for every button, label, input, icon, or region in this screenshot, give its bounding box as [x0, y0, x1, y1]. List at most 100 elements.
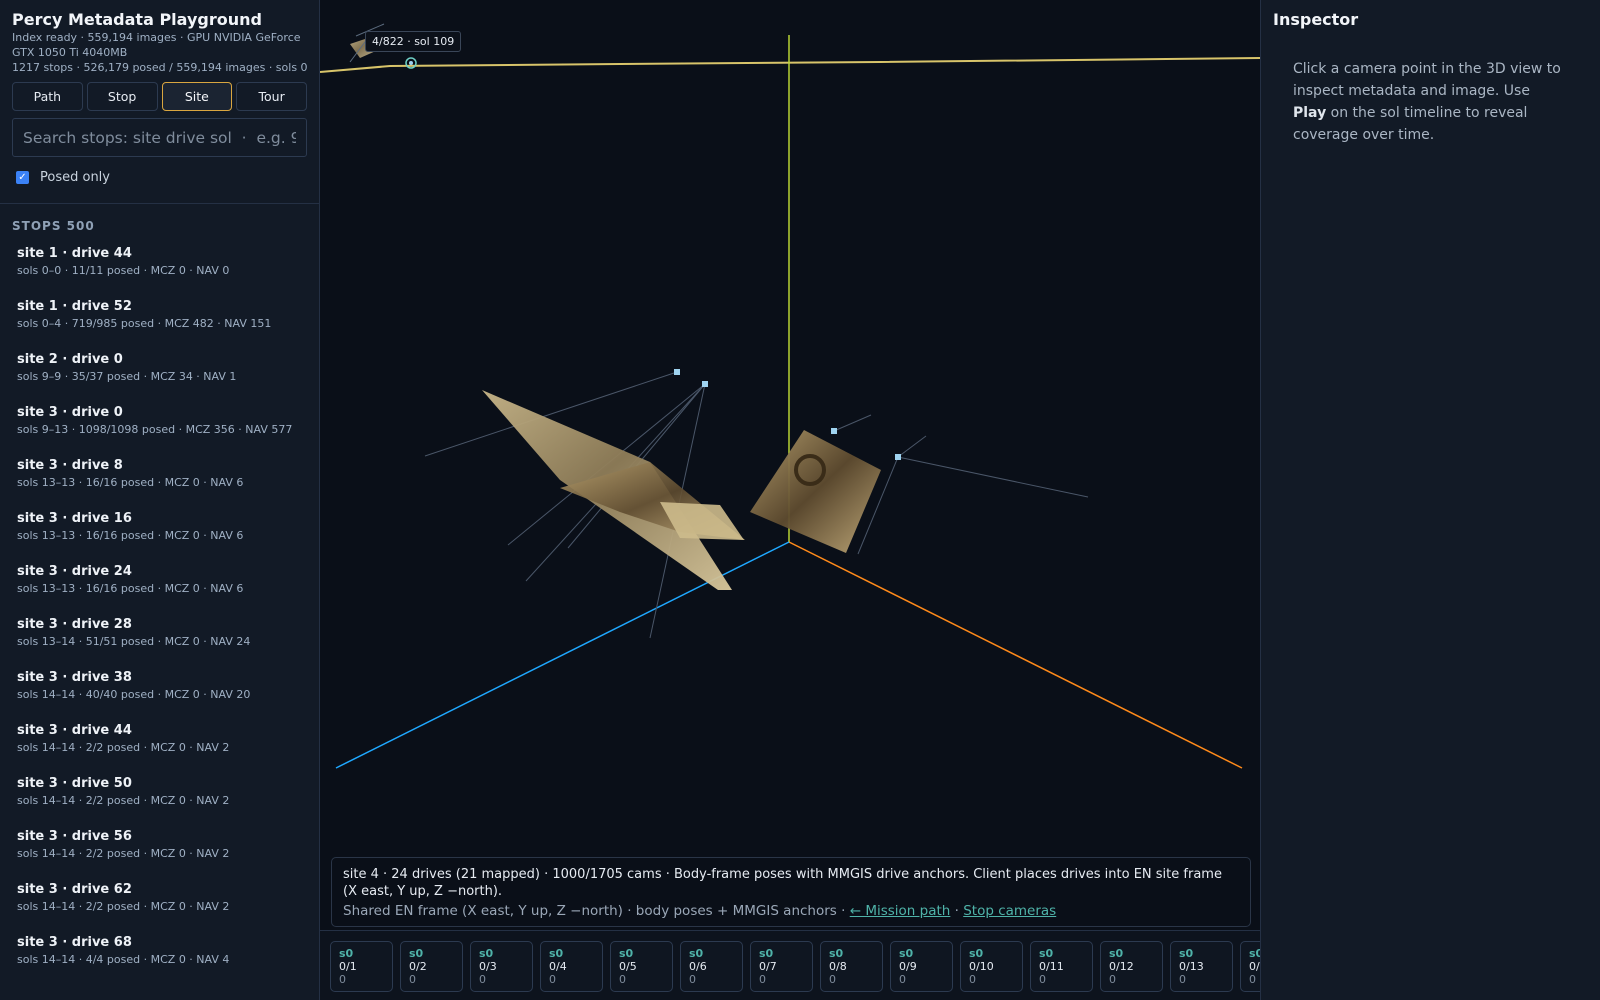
sol-count: 0: [689, 973, 696, 986]
sol-name: s0: [619, 947, 634, 960]
stop-item[interactable]: site 2 · drive 0 sols 9–9 · 35/37 posed ·…: [17, 348, 319, 401]
posed-only-checkbox[interactable]: ✓: [16, 170, 29, 184]
hint-text-end: on the sol timeline to reveal coverage o…: [1293, 105, 1528, 143]
axis-x-line: [788, 541, 1243, 769]
sol-count: 0: [549, 973, 556, 986]
stop-item[interactable]: site 3 · drive 16 sols 13–13 · 16/16 pose…: [17, 507, 319, 560]
sol-name: s0: [549, 947, 564, 960]
inspector-panel: Inspector Click a camera point in the 3D…: [1260, 0, 1600, 1000]
scene-viewport[interactable]: 4/822 · sol 109 site 4 · 24 drives (21 m…: [320, 0, 1260, 1000]
stop-item[interactable]: site 3 · drive 38 sols 14–14 · 40/40 pose…: [17, 666, 319, 719]
sol-count: 0: [339, 973, 346, 986]
stop-cameras-link[interactable]: Stop cameras: [963, 903, 1056, 919]
mission-path-line: [320, 57, 1260, 73]
camera-image-plane[interactable]: [750, 430, 881, 553]
scene-summary: site 4 · 24 drives (21 mapped) · 1000/17…: [343, 867, 1222, 899]
sol-card[interactable]: s00/140: [1240, 941, 1260, 992]
sol-card[interactable]: s0 0/7 0: [750, 941, 813, 992]
stop-title: site 3 · drive 50: [17, 776, 132, 791]
sol-count: 0: [409, 973, 416, 986]
sol-name: s0: [689, 947, 704, 960]
stop-item[interactable]: site 3 · drive 50 sols 14–14 · 2/2 posed …: [17, 772, 319, 825]
sol-count: 0: [1249, 973, 1256, 986]
sol-card[interactable]: s0 0/10 0: [960, 941, 1023, 992]
sol-ratio: 0/3: [479, 960, 497, 973]
sol-ratio: 0/4: [549, 960, 567, 973]
stop-item[interactable]: site 3 · drive 24 sols 13–13 · 16/16 pose…: [17, 560, 319, 613]
sol-name: s0: [759, 947, 774, 960]
stop-title: site 2 · drive 0: [17, 352, 123, 367]
stop-title: site 3 · drive 38: [17, 670, 132, 685]
mode-switcher: Path Stop Site Tour: [12, 82, 307, 111]
sol-timeline[interactable]: s0 0/1 0 s0 0/2 0 s0 0/3 0 s0 0/4 0 s0 0/5 0 s0 0/6…: [320, 930, 1260, 1000]
hint-text: Click a camera point in the 3D view to i…: [1293, 61, 1561, 99]
sol-name: s0: [409, 947, 424, 960]
inspector-hint: Click a camera point in the 3D view to i…: [1293, 58, 1563, 146]
stop-title: site 1 · drive 52: [17, 299, 132, 314]
stop-meta: sols 13–13 · 16/16 posed · MCZ 0 · NAV 6: [17, 582, 244, 595]
stop-meta: sols 9–9 · 35/37 posed · MCZ 34 · NAV 1: [17, 370, 237, 383]
sol-name: s0: [339, 947, 354, 960]
play-keyword: Play: [1293, 105, 1327, 121]
sol-count: 0: [479, 973, 486, 986]
stop-item[interactable]: site 3 · drive 56 sols 14–14 · 2/2 posed …: [17, 825, 319, 878]
sol-card[interactable]: s0 0/3 0: [470, 941, 533, 992]
inspector-title: Inspector: [1273, 10, 1359, 29]
sol-card[interactable]: s0 0/5 0: [610, 941, 673, 992]
stop-meta: sols 14–14 · 2/2 posed · MCZ 0 · NAV 2: [17, 741, 230, 754]
stop-search-input[interactable]: [23, 128, 296, 147]
sol-name: s0: [1039, 947, 1054, 960]
stop-item[interactable]: site 3 · drive 8 sols 13–13 · 16/16 posed…: [17, 454, 319, 507]
sol-card[interactable]: s0 0/4 0: [540, 941, 603, 992]
stop-item[interactable]: site 3 · drive 44 sols 14–14 · 2/2 posed …: [17, 719, 319, 772]
sol-ratio: 0/8: [829, 960, 847, 973]
sol-ratio: 0/14: [1249, 960, 1260, 973]
camera-point[interactable]: [831, 428, 837, 434]
camera-point[interactable]: [895, 454, 901, 460]
stop-title: site 3 · drive 62: [17, 882, 132, 897]
sol-ratio: 0/12: [1109, 960, 1134, 973]
stop-item[interactable]: site 3 · drive 62 sols 14–14 · 2/2 posed …: [17, 878, 319, 931]
sol-ratio: 0/7: [759, 960, 777, 973]
sol-card[interactable]: s0 0/13 0: [1170, 941, 1233, 992]
stop-item[interactable]: site 3 · drive 0 sols 9–13 · 1098/1098 po…: [17, 401, 319, 454]
sol-card[interactable]: s0 0/6 0: [680, 941, 743, 992]
stop-meta: sols 14–14 · 2/2 posed · MCZ 0 · NAV 2: [17, 847, 230, 860]
sol-card[interactable]: s0 0/9 0: [890, 941, 953, 992]
stop-meta: sols 9–13 · 1098/1098 posed · MCZ 356 · …: [17, 423, 293, 436]
sol-card[interactable]: s0 0/2 0: [400, 941, 463, 992]
stop-title: site 3 · drive 16: [17, 511, 132, 526]
stop-item[interactable]: site 3 · drive 28 sols 13–14 · 51/51 pose…: [17, 613, 319, 666]
stop-meta: sols 14–14 · 2/2 posed · MCZ 0 · NAV 2: [17, 900, 230, 913]
posed-only-filter[interactable]: ✓ Posed only: [12, 169, 307, 185]
sol-count: 0: [619, 973, 626, 986]
sol-ratio: 0/2: [409, 960, 427, 973]
sol-card[interactable]: s0 0/8 0: [820, 941, 883, 992]
scene-3d[interactable]: [320, 0, 1260, 930]
sol-ratio: 0/9: [899, 960, 917, 973]
stop-meta: sols 13–13 · 16/16 posed · MCZ 0 · NAV 6: [17, 529, 244, 542]
mode-path-button[interactable]: Path: [12, 82, 83, 111]
stop-item[interactable]: site 1 · drive 44 sols 0–0 · 11/11 posed …: [17, 242, 319, 295]
camera-point[interactable]: [674, 369, 680, 375]
stop-item[interactable]: site 3 · drive 68 sols 14–14 · 4/4 posed …: [17, 931, 319, 984]
sol-card[interactable]: s0 0/1 0: [330, 941, 393, 992]
stop-title: site 3 · drive 28: [17, 617, 132, 632]
sol-ratio: 0/1: [339, 960, 357, 973]
mode-tour-button[interactable]: Tour: [236, 82, 307, 111]
sol-name: s0: [829, 947, 844, 960]
scene-frame-note: Shared EN frame (X east, Y up, Z −north)…: [343, 901, 1239, 921]
link-separator: ·: [950, 903, 964, 919]
stop-title: site 3 · drive 56: [17, 829, 132, 844]
sidebar-header: Percy Metadata Playground Index ready · …: [0, 0, 319, 185]
sol-count: 0: [829, 973, 836, 986]
sol-card[interactable]: s0 0/12 0: [1100, 941, 1163, 992]
mission-path-link[interactable]: ← Mission path: [850, 903, 951, 919]
mode-site-button[interactable]: Site: [161, 82, 233, 111]
mode-stop-button[interactable]: Stop: [86, 82, 158, 111]
sol-card[interactable]: s0 0/11 0: [1030, 941, 1093, 992]
stop-item[interactable]: site 1 · drive 52 sols 0–4 · 719/985 pose…: [17, 295, 319, 348]
camera-point[interactable]: [702, 381, 708, 387]
stop-meta: sols 0–0 · 11/11 posed · MCZ 0 · NAV 0: [17, 264, 230, 277]
camera-point[interactable]: [409, 61, 413, 65]
